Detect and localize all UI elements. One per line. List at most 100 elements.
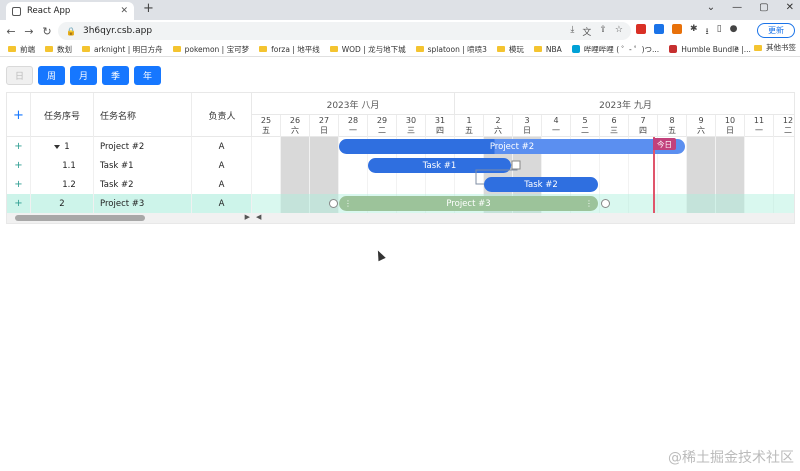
day-number: 9 xyxy=(698,116,704,125)
sidebar-icon[interactable]: ▯ xyxy=(717,24,722,40)
weekday-label: 日 xyxy=(320,126,328,135)
reload-icon[interactable]: ↻ xyxy=(38,25,56,38)
day-header-cell: 2六 xyxy=(484,115,513,137)
close-icon[interactable]: ✕ xyxy=(120,6,128,16)
weekday-label: 二 xyxy=(784,126,792,135)
bookmark-item[interactable]: 模玩 xyxy=(496,44,524,55)
day-number: 30 xyxy=(405,116,417,125)
day-header-cell: 6三 xyxy=(600,115,629,137)
weekday-label: 一 xyxy=(349,126,357,135)
dependency-link[interactable] xyxy=(252,137,795,213)
folder-icon xyxy=(329,46,338,52)
view-quarter-button[interactable]: 季 xyxy=(102,66,129,85)
add-subtask-button[interactable]: + xyxy=(7,175,31,194)
humble-bundle-icon xyxy=(669,45,678,53)
bookmark-item[interactable]: splatoon | 喷喷3 xyxy=(415,44,487,55)
day-number: 10 xyxy=(724,116,736,125)
scrollbar-thumb[interactable] xyxy=(15,215,145,221)
scroll-right-arrow-icon[interactable]: ▶ xyxy=(245,213,250,221)
bookmark-item[interactable]: 哔哩哔哩 ( ゜- ゜)つ... xyxy=(571,44,659,55)
extension-orange-icon[interactable] xyxy=(672,24,682,34)
day-header-cell: 9六 xyxy=(687,115,716,137)
extension-red-icon[interactable] xyxy=(636,24,646,34)
update-button[interactable]: 更新 xyxy=(757,23,795,38)
browser-tab[interactable]: React App ✕ xyxy=(6,2,134,20)
bookmark-item[interactable]: pokemon | 宝可梦 xyxy=(172,44,249,55)
add-subtask-button[interactable]: + xyxy=(7,194,31,213)
day-header-cell: 30 三 xyxy=(397,115,426,137)
weekday-label: 日 xyxy=(523,126,531,135)
day-header-cell: 8五 xyxy=(658,115,687,137)
table-row[interactable]: + 1.1 Task #1 A xyxy=(7,156,252,175)
weekday-label: 六 xyxy=(291,126,299,135)
day-number: 27 xyxy=(318,116,330,125)
add-subtask-button[interactable]: + xyxy=(7,137,31,156)
dependency-path xyxy=(475,164,518,185)
view-year-button[interactable]: 年 xyxy=(134,66,161,85)
header-owner: 负责人 xyxy=(208,111,236,122)
month-label: 2023年 九月 xyxy=(599,100,652,111)
gantt-chart: + 任务序号 任务名称 负责人 + 1 Project #2 A + 1.1 T… xyxy=(6,92,795,224)
table-row-selected[interactable]: + 2 Project #3 A xyxy=(7,194,252,213)
row-seq: 1.2 xyxy=(31,175,94,194)
puzzle-icon[interactable]: ✱ xyxy=(690,24,698,40)
table-row[interactable]: + 1 Project #2 A xyxy=(7,137,252,156)
maximize-icon[interactable]: ▢ xyxy=(759,2,768,13)
weekday-label: 五 xyxy=(262,126,270,135)
day-number: 2 xyxy=(495,116,501,125)
day-number: 25 xyxy=(260,116,272,125)
row-seq: 1 xyxy=(64,141,70,152)
url-text: 3h6qyr.csb.app xyxy=(82,26,153,36)
close-window-icon[interactable]: ✕ xyxy=(786,2,794,13)
view-month-button[interactable]: 月 xyxy=(70,66,97,85)
downloads-icon[interactable]: ⭳ xyxy=(706,24,709,40)
new-tab-button[interactable]: + xyxy=(143,1,154,16)
weekday-label: 五 xyxy=(668,126,676,135)
share-icon[interactable]: ⇪ xyxy=(599,25,607,38)
view-week-button[interactable]: 周 xyxy=(38,66,65,85)
link-handle[interactable] xyxy=(511,160,521,170)
row-owner: A xyxy=(192,156,252,175)
folder-icon xyxy=(496,46,505,52)
row-seq-cell: 1 xyxy=(31,137,94,156)
back-icon[interactable]: ← xyxy=(2,25,20,38)
star-icon[interactable]: ☆ xyxy=(615,25,623,38)
day-header-cell: 11 一 xyxy=(745,115,774,137)
bookmark-item[interactable]: 前端 xyxy=(8,44,35,55)
forward-icon[interactable]: → xyxy=(20,25,38,38)
bookmark-item[interactable]: 数划 xyxy=(45,44,72,55)
add-subtask-button[interactable]: + xyxy=(7,156,31,175)
folder-icon xyxy=(754,44,762,51)
translate-icon[interactable]: 文 xyxy=(582,25,591,38)
minimize-icon[interactable]: — xyxy=(732,2,742,13)
bookmark-item[interactable]: forza | 地平线 xyxy=(259,44,320,55)
day-header-cell: 10 日 xyxy=(716,115,745,137)
folder-icon xyxy=(45,46,53,52)
add-task-header-button[interactable]: + xyxy=(7,93,31,137)
day-header-cell: 31 四 xyxy=(426,115,455,137)
url-input[interactable]: 🔒 3h6qyr.csb.app ⤓ 文 ⇪ ☆ xyxy=(58,22,631,40)
extensions: ✱ ⭳ ▯ ● xyxy=(636,24,738,40)
weekday-label: 日 xyxy=(726,126,734,135)
gantt-app: 日 周 月 季 年 + 任务序号 任务名称 负责人 + 1 Project #2… xyxy=(0,58,800,471)
profile-avatar-icon[interactable]: ● xyxy=(730,24,738,40)
chevron-down-icon[interactable]: ⌄ xyxy=(707,2,715,13)
view-day-button[interactable]: 日 xyxy=(6,66,33,85)
weekday-label: 三 xyxy=(610,126,618,135)
day-header-cell: 29 二 xyxy=(368,115,397,137)
bookmark-item[interactable]: arknight | 明日方舟 xyxy=(82,44,163,55)
other-bookmarks[interactable]: 其他书签 xyxy=(754,42,796,53)
bookmark-item[interactable]: WOD | 龙与地下城 xyxy=(329,44,406,55)
bookmarks-overflow-button[interactable]: » xyxy=(734,43,739,52)
day-number: 29 xyxy=(376,116,388,125)
day-number: 5 xyxy=(582,116,588,125)
timeline-scrollbar[interactable]: ◀ xyxy=(252,213,794,223)
weekday-label: 三 xyxy=(407,126,415,135)
bookmark-item[interactable]: NBA xyxy=(533,45,562,54)
extension-blue-icon[interactable] xyxy=(654,24,664,34)
table-scrollbar[interactable]: ▶ xyxy=(7,213,252,223)
table-row[interactable]: + 1.2 Task #2 A xyxy=(7,175,252,194)
caret-down-icon[interactable] xyxy=(54,144,61,149)
scroll-left-arrow-icon[interactable]: ◀ xyxy=(256,213,261,221)
download-icon[interactable]: ⤓ xyxy=(570,25,574,38)
